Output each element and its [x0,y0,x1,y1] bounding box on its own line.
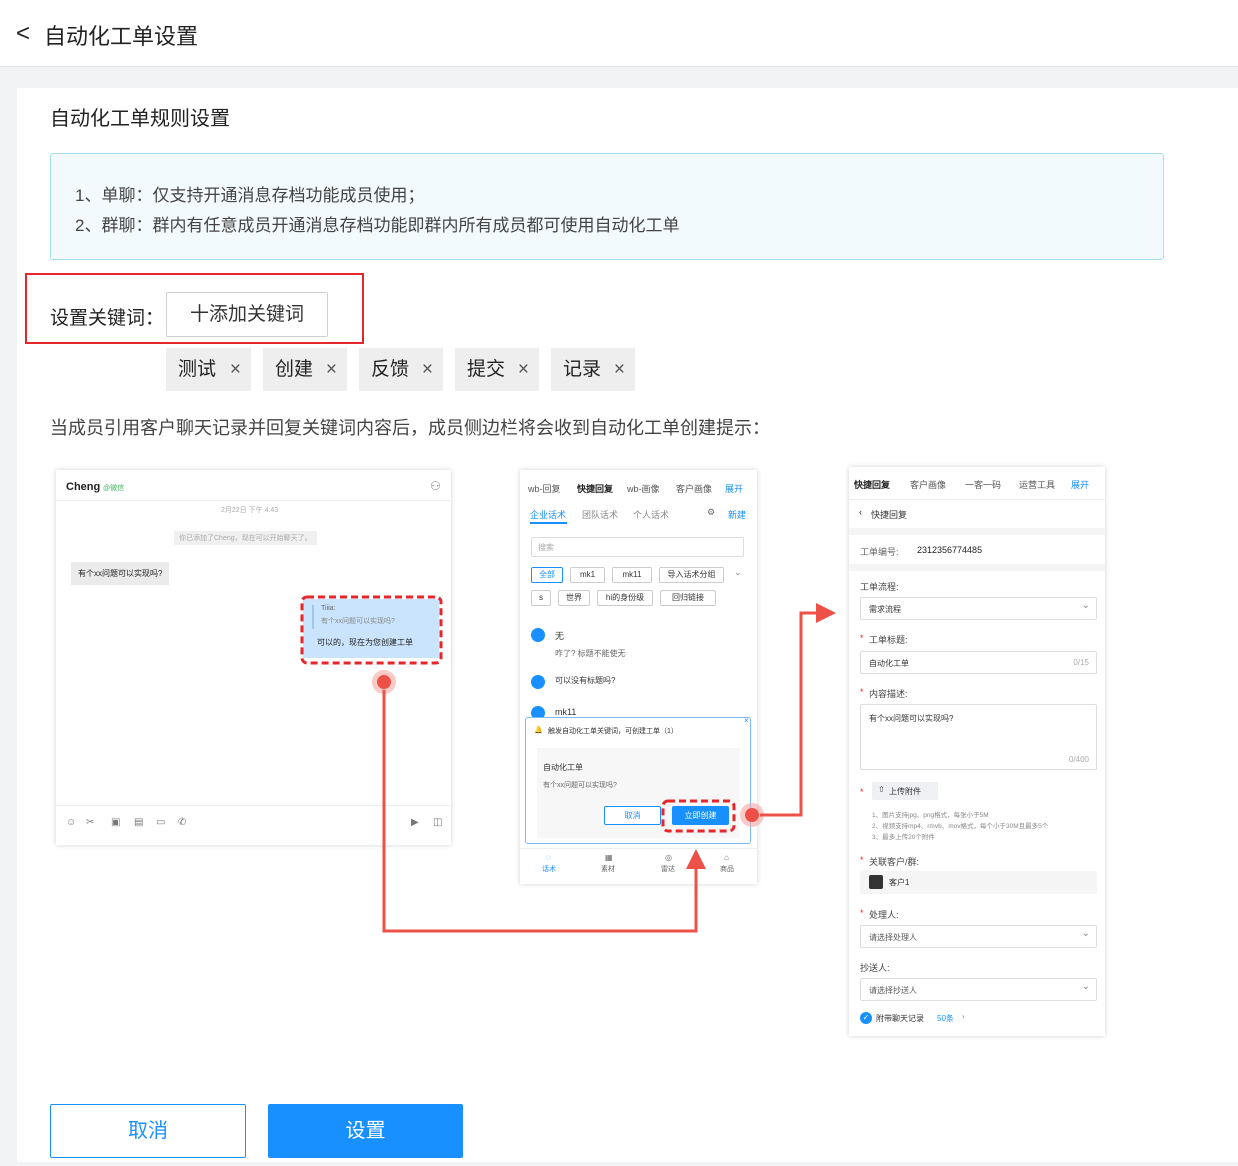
submit-button[interactable]: 设置 [268,1104,463,1158]
flow-arrow-line [760,611,818,817]
flow-arrow-line [382,690,698,933]
create-highlight [661,799,736,833]
arrow-head [816,603,836,623]
reply-highlight [300,595,443,665]
annotation-overlay [300,595,836,933]
marker-dot [745,808,759,822]
cancel-button[interactable]: 取消 [50,1104,246,1158]
marker-dot [377,675,391,689]
arrow-head [686,849,706,869]
